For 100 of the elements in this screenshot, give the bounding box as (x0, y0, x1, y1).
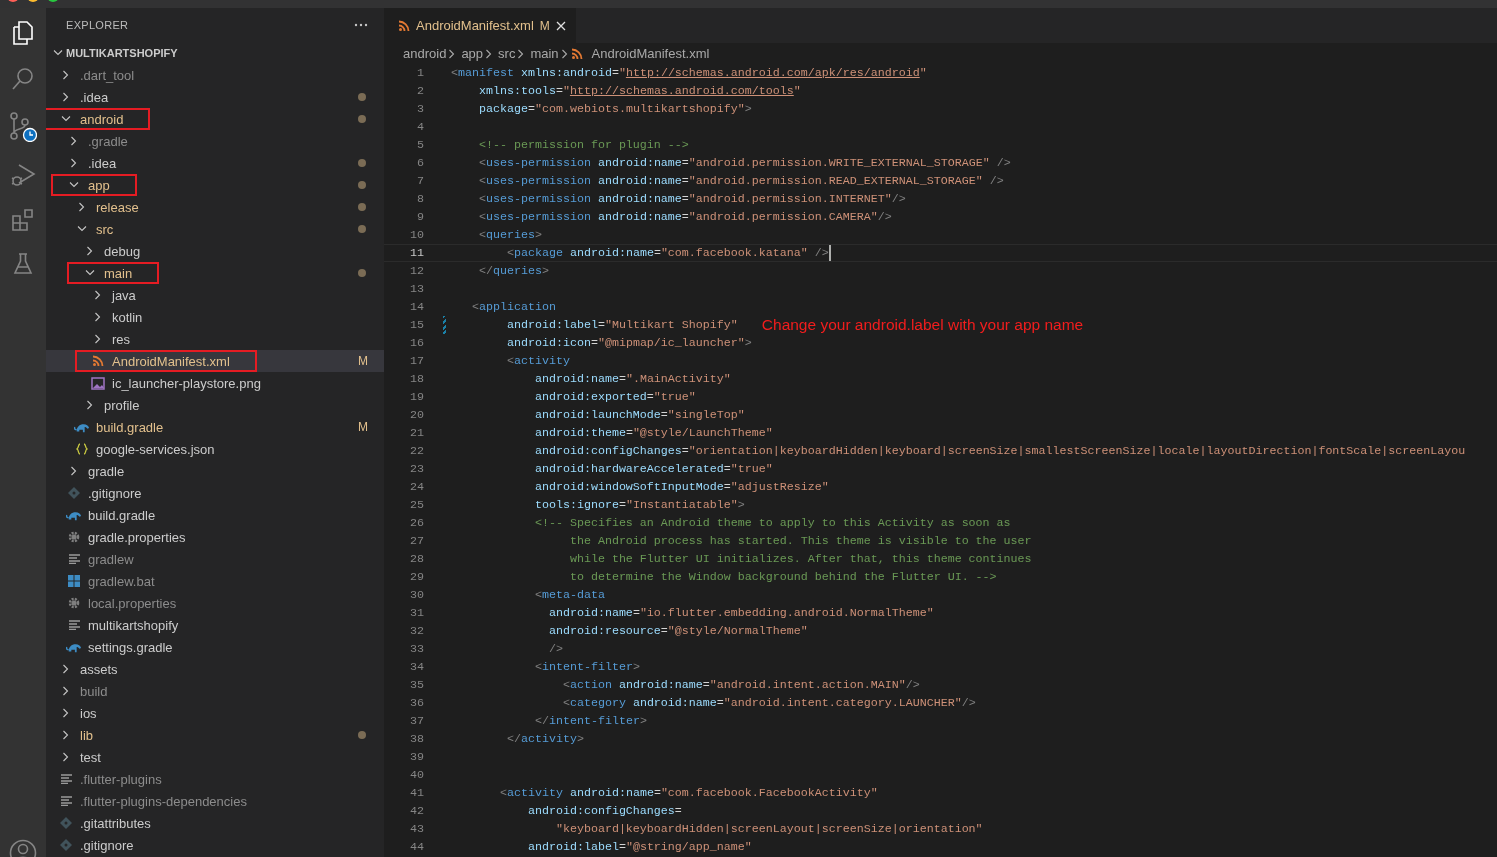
chevron-right-icon[interactable] (63, 664, 69, 674)
run-debug-icon[interactable] (10, 162, 36, 188)
line-number: 19 (409, 390, 424, 404)
file-name: multikartshopify (88, 617, 179, 633)
folder-name: src (96, 221, 114, 237)
chevron-down-icon[interactable] (69, 182, 79, 188)
elephant-icon (66, 641, 82, 653)
code-line: <!-- permission for plugin --> (477, 138, 689, 152)
breadcrumb-item[interactable]: src (498, 46, 516, 61)
chevron-right-icon[interactable] (71, 136, 77, 146)
line-number: 24 (409, 480, 424, 494)
code-line: <application (471, 300, 556, 314)
chevron-right-icon[interactable] (63, 686, 69, 696)
code-line: android:icon="@mipmap/ic_launcher"> (505, 336, 752, 350)
line-number: 17 (409, 354, 424, 368)
source-control-icon[interactable] (9, 112, 37, 142)
code-line: while the Flutter UI initializes. After that, this theme continues (568, 552, 1032, 566)
chevron-right-icon[interactable] (71, 158, 77, 168)
chevron-right-icon[interactable] (95, 334, 101, 344)
line-number: 28 (409, 552, 424, 566)
close-icon[interactable] (555, 20, 566, 31)
lines-icon (68, 554, 80, 564)
breadcrumb-item[interactable]: android (403, 46, 447, 61)
image-icon (91, 376, 105, 390)
line-number: 14 (409, 300, 424, 314)
diamond-icon (60, 839, 72, 851)
feed-icon (570, 47, 583, 60)
code-line: android:label="Multikart Shopify" (505, 318, 738, 332)
code-line: <meta-data (533, 588, 605, 602)
file-name: local.properties (88, 595, 177, 611)
folder-name: profile (104, 397, 140, 413)
chevron-right-icon[interactable] (71, 466, 77, 476)
chevron-right-icon[interactable] (95, 290, 101, 300)
line-number: 27 (409, 534, 424, 548)
chevron-right-icon[interactable] (63, 752, 69, 762)
flask-icon[interactable] (12, 252, 34, 276)
code-line: <activity (505, 354, 570, 368)
code-line: <uses-permission android:name="android.permission.INTERNET"/> (477, 192, 906, 206)
chevron-down-icon[interactable] (53, 50, 63, 56)
chevron-right-icon[interactable] (63, 708, 69, 718)
folder-name: kotlin (112, 309, 143, 325)
line-number: 31 (409, 606, 424, 620)
code-line: <!-- Specifies an Android theme to apply to this Activity as soon as (533, 516, 1011, 530)
file-name: gradlew.bat (88, 573, 155, 589)
file-name: settings.gradle (88, 639, 173, 655)
chevron-down-icon[interactable] (77, 226, 87, 232)
breadcrumb-item[interactable]: app (461, 46, 484, 61)
folder-name: .idea (80, 89, 109, 105)
line-number: 40 (409, 768, 424, 782)
line-number: 13 (409, 282, 424, 296)
more-icon[interactable] (354, 23, 368, 27)
code-line: <uses-permission android:name="android.permission.READ_EXTERNAL_STORAGE" /> (477, 174, 1004, 188)
lines-icon (60, 774, 72, 784)
files-icon[interactable] (11, 20, 35, 46)
chevron-right-icon[interactable] (79, 202, 85, 212)
chevron-right-icon[interactable] (87, 246, 93, 256)
search-icon[interactable] (11, 66, 35, 92)
breadcrumb-item[interactable]: main (530, 46, 559, 61)
selected-row[interactable]: AndroidManifest.xml M (46, 350, 384, 372)
code-line: to determine the Window background behind the Flutter UI. --> (568, 570, 997, 584)
folder-name: app (88, 177, 110, 193)
editor-tab[interactable]: AndroidManifest.xml M (384, 8, 576, 43)
code-line: "keyboard|keyboardHidden|screenLayout|screenSize|orientation" (554, 822, 983, 836)
account-icon[interactable] (9, 839, 37, 857)
workspace-header[interactable]: MULTIKARTSHOPIFY (46, 42, 384, 64)
line-number: 1 (416, 66, 424, 80)
change-marker (443, 316, 446, 334)
chevron-right-icon[interactable] (87, 400, 93, 410)
chevron-right-icon[interactable] (63, 70, 69, 80)
chevron-right-icon (486, 48, 493, 59)
chevron-right-icon[interactable] (63, 92, 69, 102)
chevron-down-icon[interactable] (85, 270, 95, 276)
line-number: 8 (416, 192, 424, 206)
line-number: 34 (409, 660, 424, 674)
chevron-down-icon[interactable] (61, 116, 71, 122)
folder-name: .gradle (88, 133, 128, 149)
line-number: 21 (409, 426, 424, 440)
folder-name: main (104, 265, 133, 281)
breadcrumb-item[interactable]: AndroidManifest.xml (591, 46, 710, 61)
line-number: 16 (409, 336, 424, 350)
line-number: 11 (409, 246, 424, 260)
extensions-icon[interactable] (11, 208, 35, 232)
file-name: .flutter-plugins-dependencies (80, 793, 247, 809)
chevron-right-icon[interactable] (63, 730, 69, 740)
file-name: gradlew (88, 551, 134, 567)
line-number: 2 (416, 84, 424, 98)
code-line: android:theme="@style/LaunchTheme" (533, 426, 773, 440)
code-line: xmlns:tools="http://schemas.android.com/tools" (477, 84, 801, 98)
folder-name: res (112, 331, 131, 347)
file-name: build.gradle (96, 419, 164, 435)
line-number: 18 (409, 372, 424, 386)
chevron-right-icon[interactable] (95, 312, 101, 322)
line-number: 44 (409, 840, 424, 854)
code-line: android:resource="@style/NormalTheme" (547, 624, 808, 638)
panel-title: EXPLORER (66, 19, 129, 31)
code-line: /> (547, 642, 563, 656)
folder-name: debug (104, 243, 141, 259)
diamond-icon (68, 487, 80, 499)
code-line: </activity> (505, 732, 584, 746)
folder-name: build (80, 683, 108, 699)
